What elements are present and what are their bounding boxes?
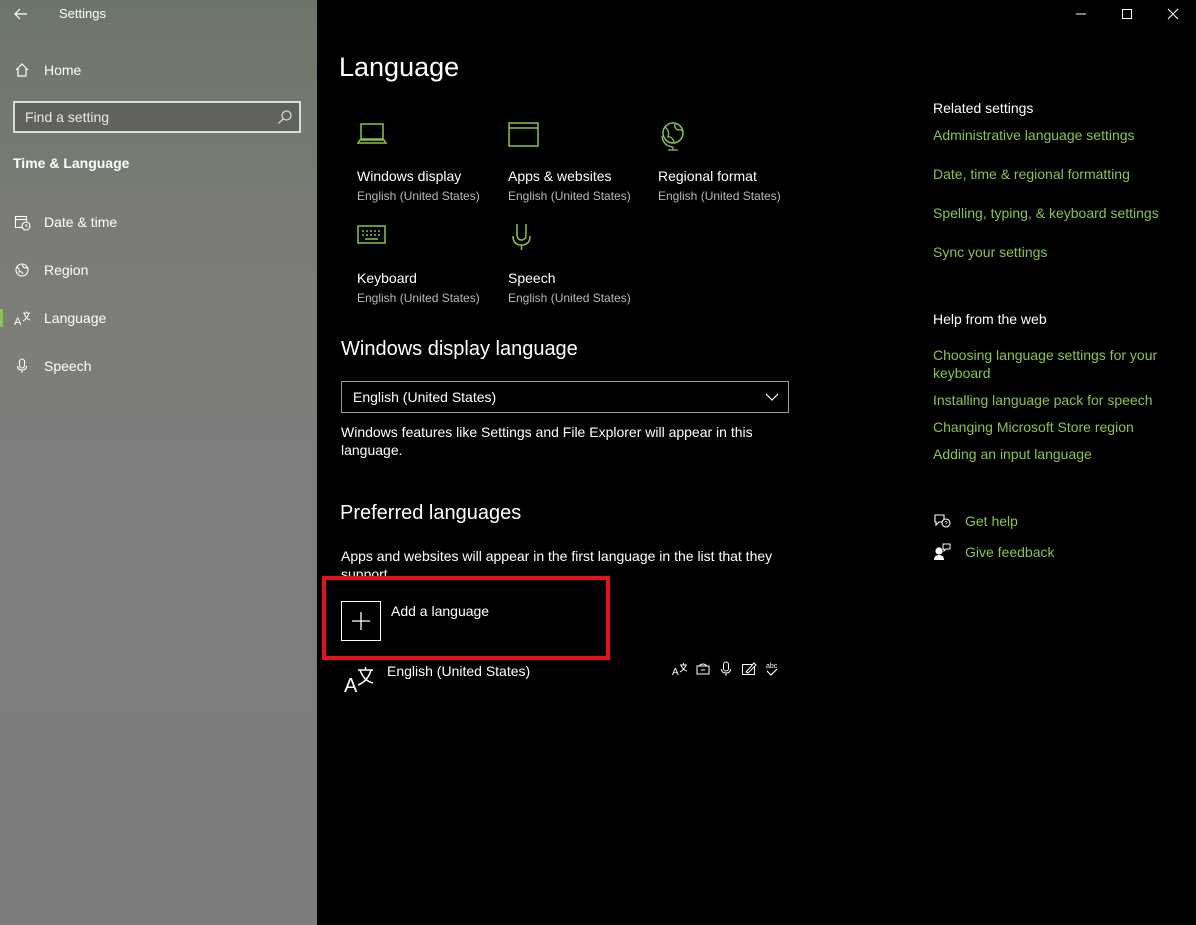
display-language-description: Windows features like Settings and File …: [341, 424, 753, 458]
globe-icon: [661, 122, 684, 151]
svg-text:A: A: [14, 316, 22, 327]
display-language-feature-icon: A: [671, 660, 689, 678]
home-icon: [13, 61, 31, 79]
maximize-button[interactable]: [1104, 0, 1150, 28]
chevron-down-icon: [765, 393, 779, 401]
nav-home[interactable]: Home: [0, 52, 317, 88]
tile-value: English (United States): [508, 291, 631, 305]
search-box[interactable]: Find a setting: [13, 101, 301, 133]
get-help-icon: ?: [934, 514, 951, 528]
nav-home-label: Home: [44, 62, 82, 78]
display-language-heading: Windows display language: [341, 338, 578, 360]
tile-name: Windows display: [357, 168, 462, 184]
add-language-label[interactable]: Add a language: [391, 603, 489, 619]
back-arrow-icon: [14, 8, 27, 20]
give-feedback-icon: [934, 543, 951, 560]
text-to-speech-feature-icon: [694, 660, 712, 678]
link-help-store-region[interactable]: Changing Microsoft Store region: [933, 418, 1173, 436]
related-settings-heading: Related settings: [933, 100, 1034, 116]
back-button[interactable]: [10, 4, 32, 24]
tile-name: Speech: [508, 270, 556, 286]
sidebar-item-language[interactable]: A Language: [0, 300, 317, 336]
display-language-dropdown[interactable]: English (United States): [341, 381, 789, 413]
link-spelling-typing-keyboard[interactable]: Spelling, typing, & keyboard settings: [933, 204, 1173, 222]
add-language-button[interactable]: [341, 601, 381, 641]
language-icon: A: [13, 309, 31, 327]
link-help-keyboard[interactable]: Choosing language settings for your keyb…: [933, 346, 1173, 382]
tile-value: English (United States): [357, 189, 480, 203]
help-heading: Help from the web: [933, 311, 1047, 327]
link-administrative-language[interactable]: Administrative language settings: [933, 126, 1173, 144]
svg-text:A: A: [672, 667, 679, 677]
keyboard-icon: [357, 225, 386, 244]
get-help-link[interactable]: Get help: [965, 512, 1196, 530]
link-help-speech-pack[interactable]: Installing language pack for speech: [933, 391, 1173, 409]
window-title: Settings: [59, 6, 106, 21]
close-button[interactable]: [1150, 0, 1196, 28]
search-input[interactable]: Find a setting: [25, 109, 109, 125]
minimize-icon: [1076, 13, 1086, 15]
tile-name: Regional format: [658, 168, 757, 184]
globe-icon: [13, 261, 31, 279]
laptop-icon: [357, 123, 388, 144]
sidebar-item-speech[interactable]: Speech: [0, 348, 317, 384]
sidebar-item-label: Language: [44, 310, 107, 326]
calendar-clock-icon: [13, 213, 31, 231]
section-title: Time & Language: [13, 155, 130, 171]
search-icon[interactable]: [277, 109, 293, 125]
sidebar-item-label: Region: [44, 262, 89, 278]
plus-icon: [352, 612, 370, 630]
svg-text:abc: abc: [766, 663, 778, 670]
maximize-icon: [1122, 9, 1132, 19]
speech-recognition-feature-icon: [717, 660, 735, 678]
link-help-input-language[interactable]: Adding an input language: [933, 445, 1173, 463]
tile-name: Apps & websites: [508, 168, 612, 184]
page-title: Language: [339, 52, 460, 82]
language-icon: A: [344, 667, 374, 696]
tile-value: English (United States): [658, 189, 781, 203]
dropdown-selected-value: English (United States): [353, 389, 497, 405]
preferred-languages-description: Apps and websites will appear in the fir…: [341, 548, 773, 576]
preferred-languages-heading: Preferred languages: [340, 502, 522, 524]
tile-value: English (United States): [508, 189, 631, 203]
tile-value: English (United States): [357, 291, 480, 305]
sidebar: Settings Home Find a setting Time & Lang…: [0, 0, 317, 925]
microphone-icon: [13, 357, 31, 375]
link-date-time-regional[interactable]: Date, time & regional formatting: [933, 165, 1173, 183]
sidebar-item-label: Speech: [44, 358, 92, 374]
link-sync-settings[interactable]: Sync your settings: [933, 243, 1173, 261]
sidebar-item-date-time[interactable]: Date & time: [0, 204, 317, 240]
tile-name: Keyboard: [357, 270, 417, 286]
svg-text:A: A: [344, 675, 358, 696]
close-icon: [1167, 8, 1179, 20]
microphone-icon: [512, 224, 531, 250]
spell-check-feature-icon: abc: [763, 660, 781, 678]
sidebar-item-label: Date & time: [44, 214, 118, 230]
language-feature-icons: A abc: [671, 660, 781, 678]
minimize-button[interactable]: [1058, 0, 1104, 28]
active-indicator: [0, 309, 3, 327]
browser-window-icon: [508, 122, 539, 147]
handwriting-feature-icon: [740, 660, 758, 678]
give-feedback-link[interactable]: Give feedback: [965, 543, 1196, 561]
language-list-item[interactable]: English (United States): [387, 663, 530, 679]
sidebar-item-region[interactable]: Region: [0, 252, 317, 288]
